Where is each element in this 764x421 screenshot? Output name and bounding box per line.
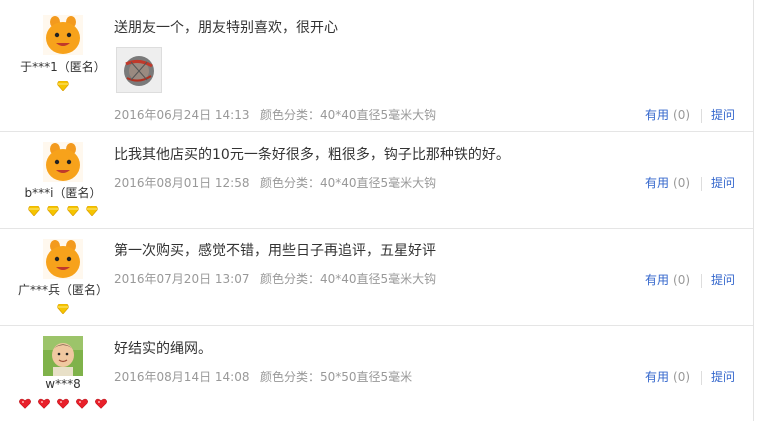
reviewer-name: 广***兵（匿名） [17, 283, 108, 297]
ask-button[interactable]: 提问 [711, 273, 735, 287]
review-spec: 颜色分类：40*40直径5毫米大钩 [260, 108, 437, 122]
useful-button[interactable]: 有用 [645, 176, 669, 190]
review-text: 送朋友一个，朋友特别喜欢，很开心 [114, 20, 338, 36]
action-divider [701, 108, 703, 123]
review-photo-thumbnail[interactable] [116, 47, 162, 93]
useful-button[interactable]: 有用 [645, 273, 669, 287]
mascot-avatar[interactable] [43, 142, 83, 182]
ask-button[interactable]: 提问 [711, 176, 735, 190]
red-heart-icon [57, 398, 69, 409]
review-date: 2016年06月24日 14:13 [114, 108, 250, 122]
review-item: 广***兵（匿名） 第一次购买，感觉不错，用些日子再追评，五星好评 2016年0… [0, 229, 753, 326]
review-item: b***i（匿名） 比我其他店买的10元一条好很多，粗很多，钩子比那种铁的好。 … [0, 132, 753, 229]
review-spec: 颜色分类：50*50直径5毫米 [260, 370, 413, 384]
review-date: 2016年08月14日 14:08 [114, 370, 250, 384]
credit-badges [0, 206, 126, 216]
action-divider [701, 370, 703, 385]
review-text: 第一次购买，感觉不错，用些日子再追评，五星好评 [114, 243, 436, 259]
review-date: 2016年07月20日 13:07 [114, 272, 250, 286]
rope-net-photo [117, 48, 161, 92]
review-text: 好结实的绳网。 [114, 341, 212, 357]
credit-badges [0, 304, 126, 314]
review-meta: 2016年07月20日 13:07 颜色分类：40*40直径5毫米大钩 [114, 270, 436, 287]
scroll-divider [753, 0, 754, 421]
reviewer-name: b***i（匿名） [24, 186, 102, 200]
review-meta: 2016年06月24日 14:13 颜色分类：40*40直径5毫米大钩 [114, 106, 436, 123]
action-divider [701, 176, 703, 191]
action-divider [701, 273, 703, 288]
red-heart-icon [76, 398, 89, 409]
mascot-avatar[interactable] [43, 239, 83, 279]
credit-badges [0, 81, 126, 91]
diamond-icon [57, 81, 69, 91]
useful-button[interactable]: 有用 [645, 108, 669, 122]
review-actions: 有用 (0) 提问 [645, 174, 735, 191]
review-actions: 有用 (0) 提问 [645, 271, 735, 288]
credit-badges [0, 398, 126, 409]
diamond-icon [28, 206, 41, 216]
child-photo-avatar[interactable] [43, 336, 83, 376]
review-meta: 2016年08月01日 12:58 颜色分类：40*40直径5毫米大钩 [114, 174, 436, 191]
review-actions: 有用 (0) 提问 [645, 106, 735, 123]
useful-count: (0) [673, 273, 691, 287]
review-actions: 有用 (0) 提问 [645, 368, 735, 385]
diamond-icon [66, 206, 79, 216]
red-heart-icon [37, 398, 50, 409]
review-item: w***8 好结实的绳网。 2016年08月14日 14:08 颜色分类：50*5… [0, 326, 753, 421]
review-spec: 颜色分类：40*40直径5毫米大钩 [260, 176, 437, 190]
review-text: 比我其他店买的10元一条好很多，粗很多，钩子比那种铁的好。 [114, 147, 510, 163]
red-heart-icon [18, 398, 31, 409]
review-meta: 2016年08月14日 14:08 颜色分类：50*50直径5毫米 [114, 368, 412, 385]
diamond-icon [57, 304, 69, 314]
useful-count: (0) [673, 108, 691, 122]
ask-button[interactable]: 提问 [711, 108, 735, 122]
review-spec: 颜色分类：40*40直径5毫米大钩 [260, 272, 437, 286]
useful-count: (0) [673, 370, 691, 384]
useful-button[interactable]: 有用 [645, 370, 669, 384]
red-heart-icon [95, 398, 108, 409]
mascot-avatar[interactable] [43, 15, 83, 55]
review-list: 于***1（匿名） 送朋友一个，朋友特别喜欢，很开心 2016年06月24日 1… [0, 0, 764, 421]
review-date: 2016年08月01日 12:58 [114, 176, 250, 190]
review-item: 于***1（匿名） 送朋友一个，朋友特别喜欢，很开心 2016年06月24日 1… [0, 0, 753, 132]
diamond-icon [85, 206, 98, 216]
ask-button[interactable]: 提问 [711, 370, 735, 384]
useful-count: (0) [673, 176, 691, 190]
reviewer-name: w***8 [45, 377, 81, 391]
reviewer-name: 于***1（匿名） [20, 60, 106, 74]
diamond-icon [47, 206, 60, 216]
